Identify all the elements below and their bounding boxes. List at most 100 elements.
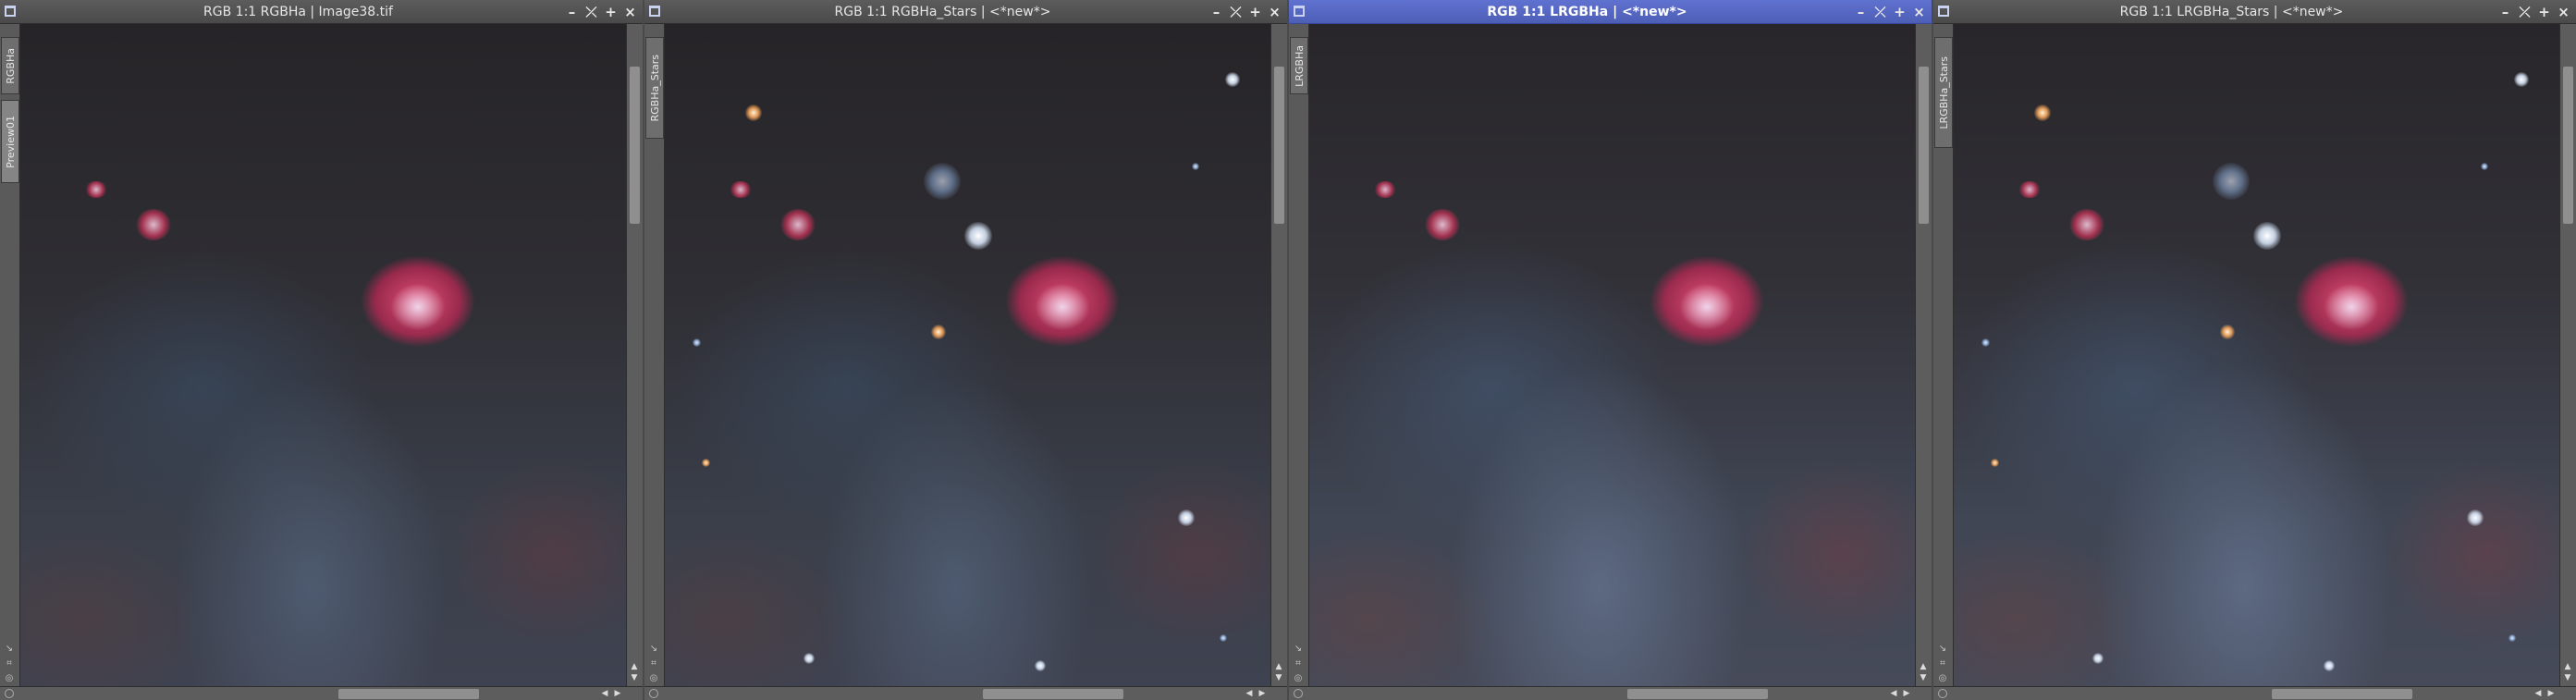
lock-icon[interactable]: ◎ <box>648 674 659 683</box>
nebula-feature <box>1425 209 1460 240</box>
vertical-scrollbar[interactable]: ▲ ▼ <box>1270 24 1287 686</box>
horizontal-scrollbar[interactable]: ◀ ▶ <box>644 686 1287 700</box>
scroll-right-icon[interactable]: ▶ <box>2545 687 2557 700</box>
zoom-to-fit-icon[interactable]: ↘ <box>1937 645 1948 654</box>
scroll-right-icon[interactable]: ▶ <box>612 687 623 700</box>
scroll-down-icon[interactable]: ▼ <box>629 673 640 682</box>
scrollbar-thumb[interactable] <box>1274 67 1284 224</box>
scroll-up-icon[interactable]: ▲ <box>1918 662 1929 671</box>
horizontal-scrollbar[interactable]: ◀ ▶ <box>1933 686 2576 700</box>
close-icon[interactable]: × <box>1910 3 1928 21</box>
window-icon[interactable] <box>1938 6 1949 17</box>
shade-icon[interactable]: ⤫ <box>583 3 600 21</box>
image-window-lrgbha-stars[interactable]: RGB 1:1 LRGBHa_Stars | <*new*> – ⤫ + × L… <box>1933 0 2576 700</box>
lock-icon[interactable]: ◎ <box>1293 674 1304 683</box>
maximize-icon[interactable]: + <box>1246 3 1264 21</box>
nebula-feature <box>2069 209 2104 240</box>
navigation-icon[interactable] <box>1294 689 1303 698</box>
grid-icon[interactable]: ⌗ <box>1293 659 1304 669</box>
window-titlebar[interactable]: RGB 1:1 RGBHa | Image38.tif – ⤫ + × <box>0 0 643 24</box>
view-tab-main[interactable]: LRGBHa <box>1290 37 1308 94</box>
zoom-to-fit-icon[interactable]: ↘ <box>1293 645 1304 654</box>
minimize-icon[interactable]: – <box>1852 3 1870 21</box>
image-window-rgbha[interactable]: RGB 1:1 RGBHa | Image38.tif – ⤫ + × RGBH… <box>0 0 643 700</box>
window-title: RGB 1:1 RGBHa_Stars | <*new*> <box>834 5 1051 19</box>
scroll-down-icon[interactable]: ▼ <box>2562 673 2573 682</box>
star <box>2509 634 2516 642</box>
close-icon[interactable]: × <box>2555 3 2572 21</box>
scroll-up-icon[interactable]: ▲ <box>2562 662 2573 671</box>
maximize-icon[interactable]: + <box>2535 3 2553 21</box>
image-window-rgbha-stars[interactable]: RGB 1:1 RGBHa_Stars | <*new*> – ⤫ + × RG… <box>644 0 1287 700</box>
shade-icon[interactable]: ⤫ <box>1871 3 1889 21</box>
scroll-left-icon[interactable]: ◀ <box>2533 687 2544 700</box>
view-tab-label: RGBHa <box>4 47 17 84</box>
scrollbar-thumb[interactable] <box>2563 67 2573 224</box>
window-titlebar[interactable]: RGB 1:1 LRGBHa | <*new*> – ⤫ + × <box>1289 0 1932 24</box>
scroll-right-icon[interactable]: ▶ <box>1901 687 1912 700</box>
image-window-lrgbha[interactable]: RGB 1:1 LRGBHa | <*new*> – ⤫ + × LRGBHa … <box>1289 0 1932 700</box>
window-title: RGB 1:1 LRGBHa_Stars | <*new*> <box>2119 5 2344 19</box>
close-icon[interactable]: × <box>621 3 639 21</box>
scroll-up-icon[interactable]: ▲ <box>1273 662 1284 671</box>
window-icon[interactable] <box>5 6 16 17</box>
scroll-left-icon[interactable]: ◀ <box>1888 687 1899 700</box>
scrollbar-thumb[interactable] <box>1919 67 1929 224</box>
scroll-right-icon[interactable]: ▶ <box>1257 687 1268 700</box>
scroll-up-icon[interactable]: ▲ <box>629 662 640 671</box>
zoom-to-fit-icon[interactable]: ↘ <box>648 645 659 654</box>
grid-icon[interactable]: ⌗ <box>1937 659 1948 669</box>
view-tab-main[interactable]: LRGBHa_Stars <box>1934 37 1953 148</box>
horizontal-scrollbar[interactable]: ◀ ▶ <box>1289 686 1932 700</box>
star <box>1178 510 1195 526</box>
navigation-icon[interactable] <box>649 689 658 698</box>
close-icon[interactable]: × <box>1266 3 1283 21</box>
scroll-left-icon[interactable]: ◀ <box>1244 687 1255 700</box>
window-icon[interactable] <box>1294 6 1305 17</box>
window-titlebar[interactable]: RGB 1:1 RGBHa_Stars | <*new*> – ⤫ + × <box>644 0 1287 24</box>
image-canvas[interactable] <box>1309 24 1915 686</box>
view-tab-label: LRGBHa_Stars <box>1937 55 1950 129</box>
star <box>2092 653 2104 664</box>
minimize-icon[interactable]: – <box>2496 3 2514 21</box>
view-tab-preview[interactable]: Preview01 <box>1 100 19 183</box>
scrollbar-thumb[interactable] <box>2272 689 2412 699</box>
view-tab-main[interactable]: RGBHa <box>1 37 19 94</box>
minimize-icon[interactable]: – <box>1208 3 1225 21</box>
scrollbar-thumb[interactable] <box>1627 689 1768 699</box>
scrollbar-thumb[interactable] <box>983 689 1123 699</box>
minimize-icon[interactable]: – <box>563 3 581 21</box>
scroll-down-icon[interactable]: ▼ <box>1273 673 1284 682</box>
zoom-to-fit-icon[interactable]: ↘ <box>4 645 15 654</box>
maximize-icon[interactable]: + <box>1891 3 1908 21</box>
view-tab-label: Preview01 <box>4 115 17 168</box>
shade-icon[interactable]: ⤫ <box>2516 3 2533 21</box>
shade-icon[interactable]: ⤫ <box>1227 3 1245 21</box>
nebula-feature <box>2018 181 2041 198</box>
scroll-down-icon[interactable]: ▼ <box>1918 673 1929 682</box>
scrollbar-thumb[interactable] <box>338 689 479 699</box>
scroll-left-icon[interactable]: ◀ <box>599 687 610 700</box>
grid-icon[interactable]: ⌗ <box>648 659 659 669</box>
navigation-icon[interactable] <box>1938 689 1947 698</box>
vertical-scrollbar[interactable]: ▲ ▼ <box>626 24 643 686</box>
vertical-scrollbar[interactable]: ▲ ▼ <box>1915 24 1932 686</box>
window-icon[interactable] <box>649 6 660 17</box>
image-canvas[interactable] <box>1954 24 2559 686</box>
vertical-scrollbar[interactable]: ▲ ▼ <box>2559 24 2576 686</box>
star <box>693 338 701 347</box>
horizontal-scrollbar[interactable]: ◀ ▶ <box>0 686 643 700</box>
scrollbar-thumb[interactable] <box>630 67 640 224</box>
grid-icon[interactable]: ⌗ <box>4 659 15 669</box>
star <box>1991 459 1999 467</box>
window-titlebar[interactable]: RGB 1:1 LRGBHa_Stars | <*new*> – ⤫ + × <box>1933 0 2576 24</box>
lock-icon[interactable]: ◎ <box>4 674 15 683</box>
star-cluster <box>924 163 961 200</box>
maximize-icon[interactable]: + <box>602 3 619 21</box>
view-tab-main[interactable]: RGBHa_Stars <box>645 37 664 139</box>
image-canvas[interactable] <box>20 24 626 686</box>
lock-icon[interactable]: ◎ <box>1937 674 1948 683</box>
image-canvas[interactable] <box>665 24 1270 686</box>
navigation-icon[interactable] <box>5 689 14 698</box>
star <box>702 459 710 467</box>
